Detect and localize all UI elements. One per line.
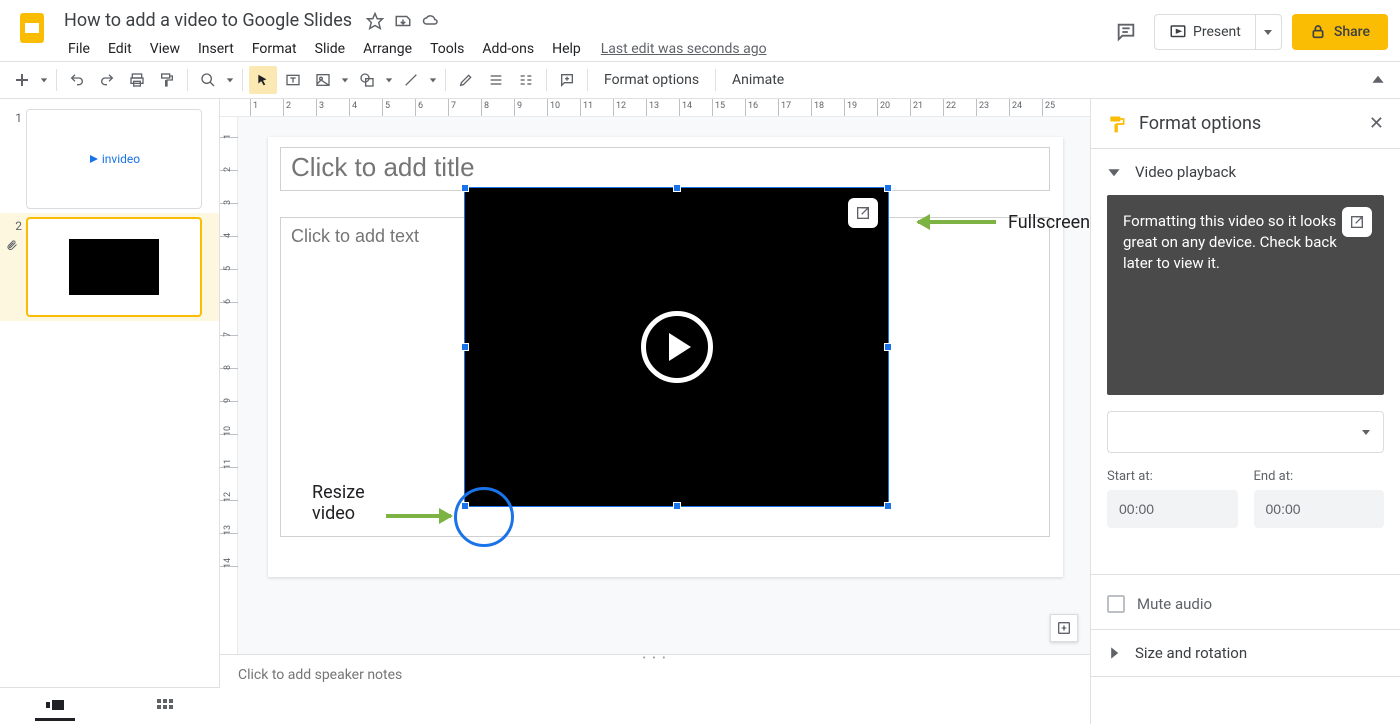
end-at-label: End at: — [1254, 469, 1385, 484]
comments-icon[interactable] — [1108, 14, 1144, 50]
menu-file[interactable]: File — [60, 37, 98, 61]
slide-canvas[interactable]: Click to add title Click to add text — [238, 117, 1090, 654]
resize-handle[interactable] — [884, 343, 892, 351]
format-options-icon — [1107, 114, 1127, 134]
zoom-dropdown[interactable] — [224, 76, 236, 84]
chevron-right-icon — [1107, 646, 1121, 660]
menu-addons[interactable]: Add-ons — [474, 37, 542, 61]
resize-handle[interactable] — [461, 184, 469, 192]
undo-icon[interactable] — [63, 66, 91, 94]
redo-icon[interactable] — [93, 66, 121, 94]
video-object[interactable] — [464, 187, 889, 507]
video-playback-section[interactable]: Video playback — [1091, 149, 1400, 195]
speaker-notes[interactable]: • • • Click to add speaker notes — [220, 654, 1090, 724]
menu-insert[interactable]: Insert — [190, 37, 242, 61]
view-switcher — [0, 687, 220, 724]
menu-help[interactable]: Help — [544, 37, 589, 61]
canvas-area: 1234567891011121314151617181920212223242… — [220, 99, 1090, 724]
shape-dropdown[interactable] — [383, 76, 395, 84]
textbox-icon[interactable] — [279, 66, 307, 94]
fullscreen-icon[interactable] — [848, 198, 878, 228]
paint-format-icon[interactable] — [153, 66, 181, 94]
select-tool-icon[interactable] — [249, 66, 277, 94]
menu-format[interactable]: Format — [244, 37, 305, 61]
shape-icon[interactable] — [353, 66, 381, 94]
menu-slide[interactable]: Slide — [307, 37, 353, 61]
resize-handle[interactable] — [461, 343, 469, 351]
playback-mode-select[interactable] — [1107, 411, 1384, 453]
resize-handle[interactable] — [884, 502, 892, 510]
comment-add-icon[interactable] — [553, 66, 581, 94]
animate-button[interactable]: Animate — [722, 72, 794, 88]
align-icon[interactable] — [482, 66, 510, 94]
resize-handle[interactable] — [884, 184, 892, 192]
image-dropdown[interactable] — [339, 76, 351, 84]
video-preview: Formatting this video so it looks great … — [1107, 195, 1384, 395]
annotation-resize: Resize video — [312, 482, 365, 524]
resize-handle[interactable] — [673, 502, 681, 510]
image-icon[interactable] — [309, 66, 337, 94]
last-edit[interactable]: Last edit was seconds ago — [601, 41, 767, 57]
play-icon[interactable] — [641, 311, 713, 383]
print-icon[interactable] — [123, 66, 151, 94]
drag-handle-icon[interactable]: • • • — [642, 653, 667, 664]
menu-bar: File Edit View Insert Format Slide Arran… — [60, 33, 1108, 61]
end-at-input[interactable] — [1254, 490, 1385, 528]
filmstrip-view-icon[interactable] — [35, 692, 75, 721]
vertical-ruler: 1234567891011121314 — [220, 117, 238, 654]
grid-view-icon[interactable] — [145, 693, 185, 721]
size-rotation-section[interactable]: Size and rotation — [1091, 630, 1400, 676]
present-button: Present — [1154, 14, 1282, 50]
start-at-input[interactable] — [1107, 490, 1238, 528]
horizontal-ruler: 1234567891011121314151617181920212223242… — [220, 99, 1090, 117]
chevron-down-icon — [1107, 165, 1121, 179]
slide: Click to add title Click to add text — [268, 137, 1063, 577]
menu-view[interactable]: View — [142, 37, 188, 61]
share-button[interactable]: Share — [1292, 14, 1388, 50]
attachment-icon — [6, 237, 22, 251]
format-options-panel: Format options ✕ Video playback Formatti… — [1090, 99, 1400, 724]
highlighter-icon[interactable] — [452, 66, 480, 94]
title-placeholder[interactable]: Click to add title — [280, 147, 1050, 191]
resize-handle[interactable] — [673, 184, 681, 192]
menu-tools[interactable]: Tools — [422, 37, 472, 61]
slide-thumbnail[interactable]: 2 — [0, 213, 219, 321]
collapse-toolbar-icon[interactable] — [1364, 66, 1392, 94]
slides-logo[interactable] — [12, 8, 52, 48]
new-slide-dropdown[interactable] — [38, 76, 50, 84]
menu-edit[interactable]: Edit — [100, 37, 140, 61]
menu-arrange[interactable]: Arrange — [355, 37, 420, 61]
line-icon[interactable] — [397, 66, 425, 94]
format-options-button[interactable]: Format options — [594, 72, 709, 88]
line-dropdown[interactable] — [427, 76, 439, 84]
panel-title: Format options — [1139, 113, 1357, 134]
present-dropdown[interactable] — [1255, 15, 1281, 49]
app-header: How to add a video to Google Slides File… — [0, 0, 1400, 61]
star-icon[interactable] — [366, 12, 384, 30]
zoom-icon[interactable] — [194, 66, 222, 94]
doc-title[interactable]: How to add a video to Google Slides — [60, 8, 356, 33]
move-icon[interactable] — [394, 12, 412, 30]
slide-thumbnail[interactable]: 1 invideo — [0, 105, 219, 213]
circle-annotation — [454, 487, 514, 547]
cloud-icon[interactable] — [422, 12, 440, 30]
start-at-label: Start at: — [1107, 469, 1238, 484]
filmstrip: 1 invideo 2 — [0, 99, 220, 724]
close-icon[interactable]: ✕ — [1369, 113, 1384, 134]
explore-icon[interactable] — [1050, 614, 1078, 642]
grid-icon[interactable] — [512, 66, 540, 94]
arrow-icon — [918, 220, 996, 224]
checkbox-icon[interactable] — [1107, 595, 1125, 613]
open-external-icon[interactable] — [1342, 207, 1372, 237]
mute-audio-row[interactable]: Mute audio — [1091, 574, 1400, 629]
new-slide-icon[interactable] — [8, 66, 36, 94]
annotation-fullscreen: Fullscreen — [1008, 212, 1090, 233]
arrow-icon — [386, 514, 451, 518]
